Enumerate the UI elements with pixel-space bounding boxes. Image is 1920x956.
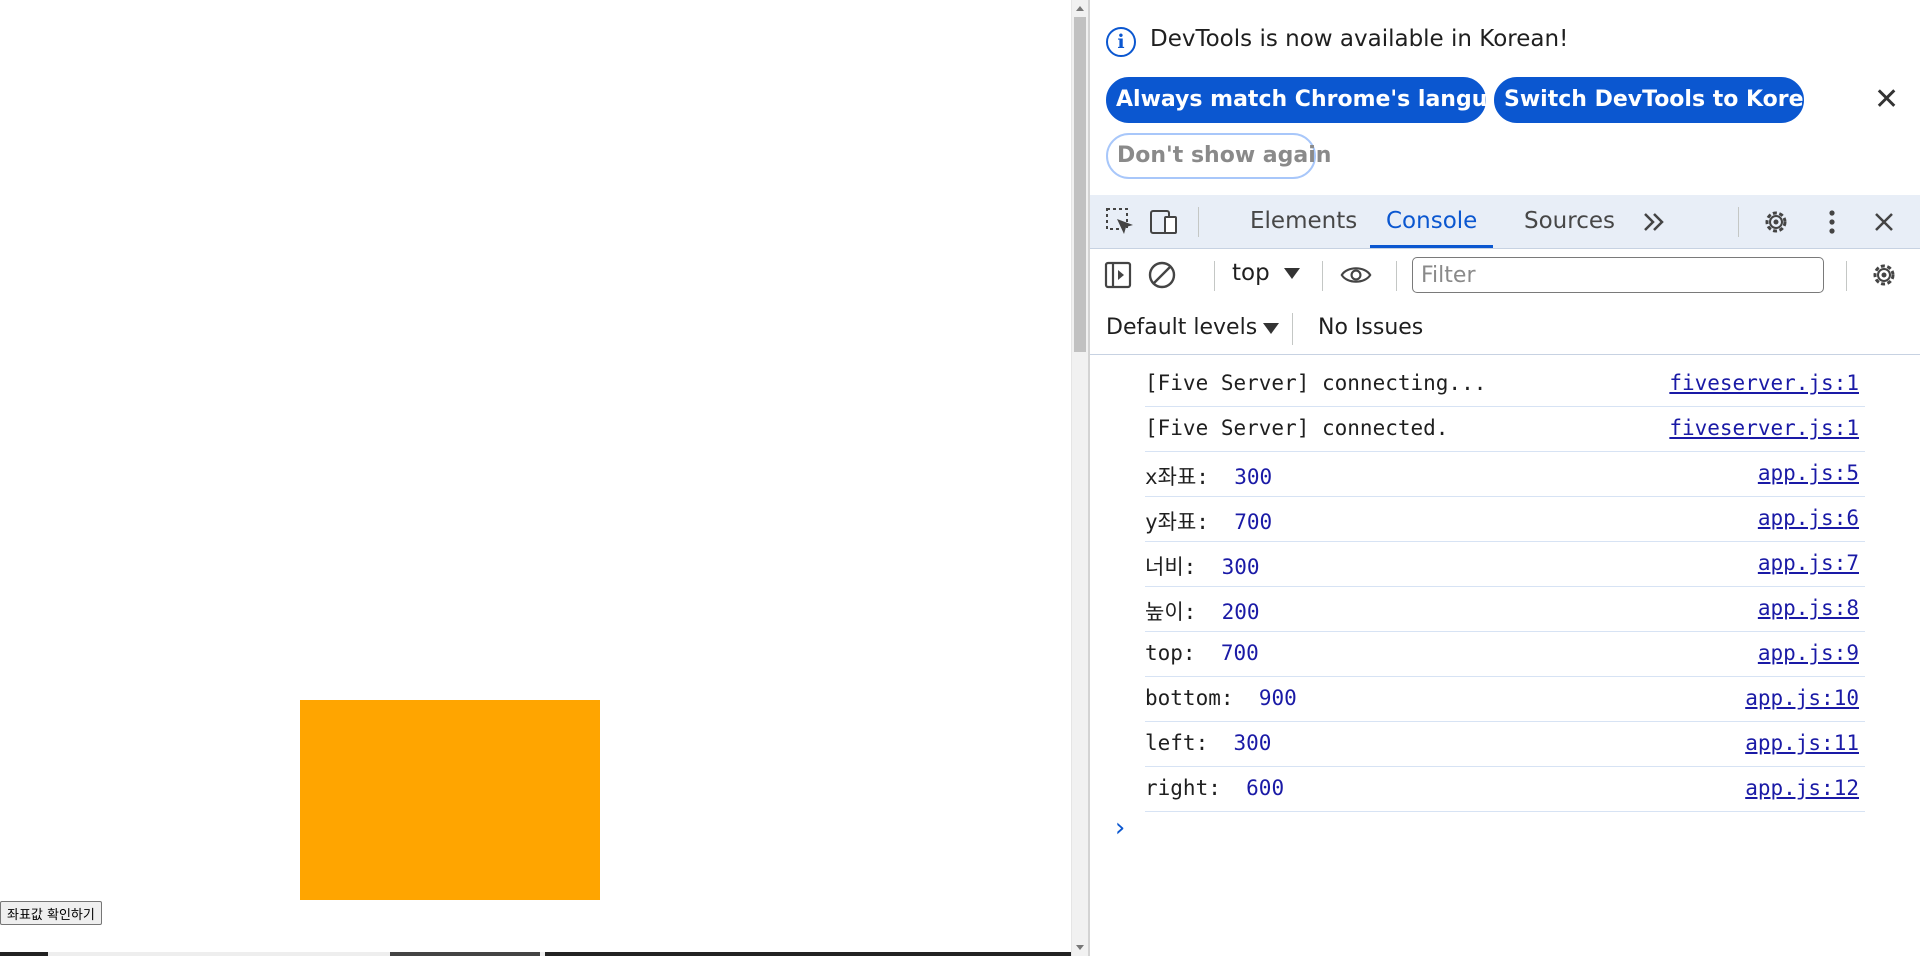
source-link[interactable]: app.js:6: [1758, 506, 1859, 530]
message-value: 700: [1234, 510, 1273, 534]
context-selector[interactable]: top: [1232, 260, 1300, 286]
console-prompt-chevron-icon[interactable]: ›: [1112, 813, 1128, 843]
strip-segment: [0, 952, 48, 956]
source-link[interactable]: app.js:9: [1758, 641, 1859, 665]
source-link[interactable]: app.js:7: [1758, 551, 1859, 575]
console-message: x좌표: 300 app.js:5: [1145, 452, 1865, 497]
source-link[interactable]: app.js:10: [1745, 686, 1859, 710]
source-link[interactable]: app.js:8: [1758, 596, 1859, 620]
source-link[interactable]: fiveserver.js:1: [1669, 371, 1859, 395]
bottom-strip: [0, 952, 1071, 956]
log-levels-label: Default levels: [1106, 315, 1258, 340]
message-text: [Five Server] connecting...: [1145, 371, 1487, 395]
info-icon: i: [1106, 27, 1136, 57]
message-text: top: 700: [1145, 641, 1259, 665]
console-settings-gear-icon[interactable]: [1868, 259, 1900, 291]
levels-bar: Default levels No Issues: [1090, 301, 1920, 355]
separator: [1322, 261, 1323, 291]
source-link[interactable]: app.js:12: [1745, 776, 1859, 800]
tab-console[interactable]: Console: [1370, 195, 1494, 248]
message-value: 300: [1234, 465, 1273, 489]
console-message: 너비: 300 app.js:7: [1145, 542, 1865, 587]
log-levels-dropdown[interactable]: Default levels: [1106, 315, 1280, 340]
message-value: 300: [1233, 731, 1272, 755]
chevron-down-icon: [1263, 322, 1280, 334]
context-value: top: [1232, 260, 1270, 286]
scroll-up-arrow-icon[interactable]: [1076, 6, 1084, 11]
message-value: 200: [1221, 600, 1260, 624]
scroll-down-arrow-icon[interactable]: [1076, 945, 1084, 950]
message-text: 너비: 300: [1145, 555, 1260, 579]
console-message: [Five Server] connecting... fiveserver.j…: [1145, 362, 1865, 407]
issues-counter[interactable]: No Issues: [1318, 315, 1423, 340]
console-messages: [Five Server] connecting... fiveserver.j…: [1145, 362, 1865, 812]
message-text: 높이: 200: [1145, 600, 1260, 624]
message-text: left: 300: [1145, 731, 1272, 755]
message-text: [Five Server] connected.: [1145, 416, 1449, 440]
page-viewport: 좌표값 확인하기: [0, 0, 1071, 956]
message-value: 700: [1220, 641, 1259, 665]
language-infobar: i DevTools is now available in Korean! A…: [1090, 0, 1920, 195]
devtools-tabbar: Elements Console Sources: [1090, 195, 1920, 249]
message-text: x좌표: 300: [1145, 465, 1273, 489]
console-message: y좌표: 700 app.js:6: [1145, 497, 1865, 542]
orange-box: [300, 700, 600, 900]
chevron-down-icon: [1283, 268, 1300, 279]
more-tabs-chevron-icon[interactable]: [1638, 206, 1670, 238]
scrollbar-thumb[interactable]: [1074, 17, 1086, 352]
devtools-panel: i DevTools is now available in Korean! A…: [1090, 0, 1920, 956]
console-message: left: 300 app.js:11: [1145, 722, 1865, 767]
console-message: 높이: 200 app.js:8: [1145, 587, 1865, 632]
strip-segment: [390, 952, 540, 956]
source-link[interactable]: app.js:5: [1758, 461, 1859, 485]
console-toolbar: top: [1090, 249, 1920, 301]
message-text: bottom: 900: [1145, 686, 1297, 710]
filter-input[interactable]: [1412, 257, 1824, 293]
console-message: right: 600 app.js:12: [1145, 767, 1865, 812]
separator: [1198, 207, 1199, 237]
always-match-language-button[interactable]: Always match Chrome's language: [1106, 77, 1533, 123]
message-value: 900: [1258, 686, 1297, 710]
infobar-message: DevTools is now available in Korean!: [1150, 26, 1569, 52]
separator: [1846, 261, 1847, 291]
device-toolbar-icon[interactable]: [1148, 206, 1180, 238]
settings-gear-icon[interactable]: [1760, 206, 1792, 238]
message-value: 300: [1221, 555, 1260, 579]
close-devtools-icon[interactable]: [1868, 206, 1900, 238]
tab-sources[interactable]: Sources: [1508, 195, 1631, 248]
inspect-element-icon[interactable]: [1104, 206, 1136, 238]
message-value: 600: [1246, 776, 1285, 800]
separator: [1396, 261, 1397, 291]
source-link[interactable]: fiveserver.js:1: [1669, 416, 1859, 440]
dont-show-again-button[interactable]: Don't show again: [1106, 133, 1331, 179]
live-expression-eye-icon[interactable]: [1340, 259, 1372, 291]
separator: [1292, 313, 1293, 345]
show-sidebar-icon[interactable]: [1102, 259, 1134, 291]
page-scrollbar[interactable]: [1071, 0, 1088, 956]
console-message: top: 700 app.js:9: [1145, 632, 1865, 677]
message-text: y좌표: 700: [1145, 510, 1273, 534]
console-message: bottom: 900 app.js:10: [1145, 677, 1865, 722]
source-link[interactable]: app.js:11: [1745, 731, 1859, 755]
close-icon[interactable]: ✕: [1874, 82, 1899, 117]
strip-segment: [545, 952, 1071, 956]
separator: [1738, 207, 1739, 237]
switch-to-korean-button[interactable]: Switch DevTools to Korean: [1494, 77, 1834, 123]
more-options-icon[interactable]: [1816, 206, 1848, 238]
check-coordinates-button[interactable]: 좌표값 확인하기: [0, 901, 102, 925]
separator: [1214, 261, 1215, 291]
message-text: right: 600: [1145, 776, 1285, 800]
console-message: [Five Server] connected. fiveserver.js:1: [1145, 407, 1865, 452]
tab-elements[interactable]: Elements: [1234, 195, 1373, 248]
clear-console-icon[interactable]: [1146, 259, 1178, 291]
